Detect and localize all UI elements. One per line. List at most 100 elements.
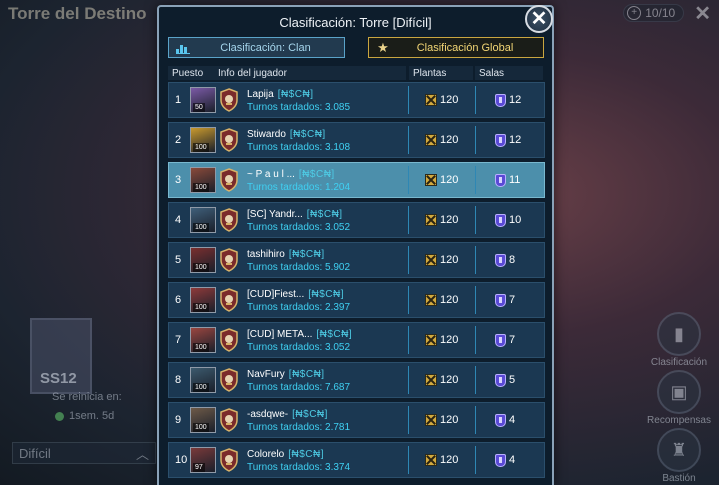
plants-value: 120 — [440, 254, 459, 266]
close-button[interactable]: ✕ — [525, 5, 553, 33]
turns-label: Turnos tardados: — [247, 182, 326, 193]
player-avatar[interactable]: 100 — [190, 407, 216, 433]
player-name-line: [CUD]Fiest... [₦$C₦] — [247, 289, 344, 300]
clan-tag: [₦$C₦] — [277, 89, 314, 100]
side-button-bastion[interactable]: ♜ Bastión — [643, 428, 715, 484]
ranking-row[interactable]: 3 100 ~ P a u l ... [₦$C₦] Turnos tardados: … — [168, 162, 545, 198]
rank-number: 1 — [175, 94, 182, 106]
rooms-value: 10 — [509, 214, 522, 226]
room-icon — [495, 174, 506, 187]
turns-taken: Turnos tardados: 7.687 — [247, 382, 350, 393]
rank-number: 3 — [175, 174, 182, 186]
difficulty-select[interactable]: Difícil ︿ — [12, 442, 156, 464]
plant-icon — [425, 214, 437, 226]
clan-tag: [₦$C₦] — [292, 409, 328, 420]
energy-counter[interactable]: + 10/10 — [623, 4, 685, 22]
room-icon — [495, 454, 506, 467]
room-icon — [495, 374, 506, 387]
player-avatar[interactable]: 100 — [190, 327, 216, 353]
column-divider — [408, 406, 409, 434]
bar-chart-icon: ▮ — [657, 312, 701, 356]
turns-label: Turnos tardados: — [247, 262, 326, 273]
turns-value: 3.374 — [325, 462, 351, 473]
plants-value: 120 — [440, 294, 459, 306]
turns-value: 3.108 — [325, 142, 351, 153]
avatar-level: 100 — [193, 223, 209, 232]
clan-tag: [₦$C₦] — [288, 449, 325, 460]
player-avatar[interactable]: 100 — [190, 287, 216, 313]
avatar-level: 100 — [193, 343, 209, 352]
ranking-row[interactable]: 1 50 Lapija [₦$C₦] Turnos tardados: 3.085 120… — [168, 82, 545, 118]
clock-icon — [55, 411, 64, 421]
tab-clan-ranking[interactable]: Clasificación: Clan — [168, 37, 345, 58]
room-icon — [495, 254, 506, 267]
player-avatar[interactable]: 100 — [190, 167, 216, 193]
turns-label: Turnos tardados: — [247, 382, 326, 393]
ranking-row[interactable]: 9 100 -asdqwe- [₦$C₦] Turnos tardados: 2.781… — [168, 402, 545, 438]
column-divider — [475, 86, 476, 114]
turns-label: Turnos tardados: — [247, 222, 326, 233]
player-avatar[interactable]: 100 — [190, 127, 216, 153]
column-divider — [475, 326, 476, 354]
player-name: NavFury — [247, 369, 285, 380]
clan-shield-icon — [220, 128, 238, 152]
player-name: [CUD] META... — [247, 329, 313, 340]
player-name-line: -asdqwe- [₦$C₦] — [247, 409, 328, 420]
ranking-row[interactable]: 5 100 tashihiro [₦$C₦] Turnos tardados: 5.90… — [168, 242, 545, 278]
rank-number: 8 — [175, 374, 182, 386]
turns-taken: Turnos tardados: 1.204 — [247, 182, 350, 193]
column-divider — [408, 166, 409, 194]
turns-label: Turnos tardados: — [247, 342, 326, 353]
plant-icon — [425, 454, 437, 466]
side-button-label: Clasificación — [650, 357, 708, 368]
player-avatar[interactable]: 100 — [190, 207, 216, 233]
ranking-row[interactable]: 8 100 NavFury [₦$C₦] Turnos tardados: 7.687 1… — [168, 362, 545, 398]
rooms-value: 11 — [509, 174, 521, 186]
player-avatar[interactable]: 50 — [190, 87, 216, 113]
player-avatar[interactable]: 100 — [190, 247, 216, 273]
ranking-row[interactable]: 6 100 [CUD]Fiest... [₦$C₦] Turnos tardados: … — [168, 282, 545, 318]
ranking-row[interactable]: 7 100 [CUD] META... [₦$C₦] Turnos tardados: … — [168, 322, 545, 358]
player-name: -asdqwe- — [247, 409, 289, 420]
rooms-value: 7 — [509, 334, 516, 346]
turns-taken: Turnos tardados: 3.052 — [247, 342, 350, 353]
column-divider — [408, 446, 409, 474]
rooms-value: 4 — [509, 454, 516, 466]
plants-value: 120 — [440, 454, 459, 466]
player-name-line: [CUD] META... [₦$C₦] — [247, 329, 352, 340]
turns-value: 3.052 — [325, 222, 351, 233]
clan-shield-icon — [220, 168, 238, 192]
close-icon[interactable]: ✕ — [694, 1, 711, 26]
ranking-row[interactable]: 2 100 Stiwardo [₦$C₦] Turnos tardados: 3.108… — [168, 122, 545, 158]
column-divider — [475, 406, 476, 434]
player-name: tashihiro — [247, 249, 285, 260]
plant-icon — [425, 294, 437, 306]
side-button-rewards[interactable]: ▣ Recompensas — [643, 370, 715, 426]
ranking-row[interactable]: 4 100 [SC] Yandr... [₦$C₦] Turnos tardados: … — [168, 202, 545, 238]
clan-shield-icon — [220, 448, 238, 472]
avatar-level: 100 — [193, 303, 209, 312]
clan-tag: [₦$C₦] — [288, 249, 325, 260]
player-name-line: [SC] Yandr... [₦$C₦] — [247, 209, 343, 220]
room-icon — [495, 214, 506, 227]
player-name: [SC] Yandr... — [247, 209, 303, 220]
player-avatar[interactable]: 97 — [190, 447, 216, 473]
plant-icon — [425, 174, 437, 186]
avatar-level: 100 — [193, 383, 209, 392]
tab-global-ranking[interactable]: ★ Clasificación Global — [368, 37, 544, 58]
turns-value: 1.204 — [325, 182, 351, 193]
rooms-value: 5 — [509, 374, 516, 386]
plant-icon — [425, 334, 437, 346]
player-avatar[interactable]: 100 — [190, 367, 216, 393]
side-button-ranking[interactable]: ▮ Clasificación — [643, 312, 715, 368]
ranking-row[interactable]: 10 97 Colorelo [₦$C₦] Turnos tardados: 3.374… — [168, 442, 545, 478]
plants-value: 120 — [440, 214, 459, 226]
modal-title: Clasificación: Torre [Difícil] — [279, 15, 432, 30]
clan-tag: [₦$C₦] — [316, 329, 353, 340]
clan-shield-icon — [220, 408, 238, 432]
column-divider — [475, 366, 476, 394]
turns-label: Turnos tardados: — [247, 462, 326, 473]
player-name-line: NavFury [₦$C₦] — [247, 369, 325, 380]
plants-value: 120 — [440, 94, 459, 106]
side-button-label: Bastión — [662, 473, 696, 484]
